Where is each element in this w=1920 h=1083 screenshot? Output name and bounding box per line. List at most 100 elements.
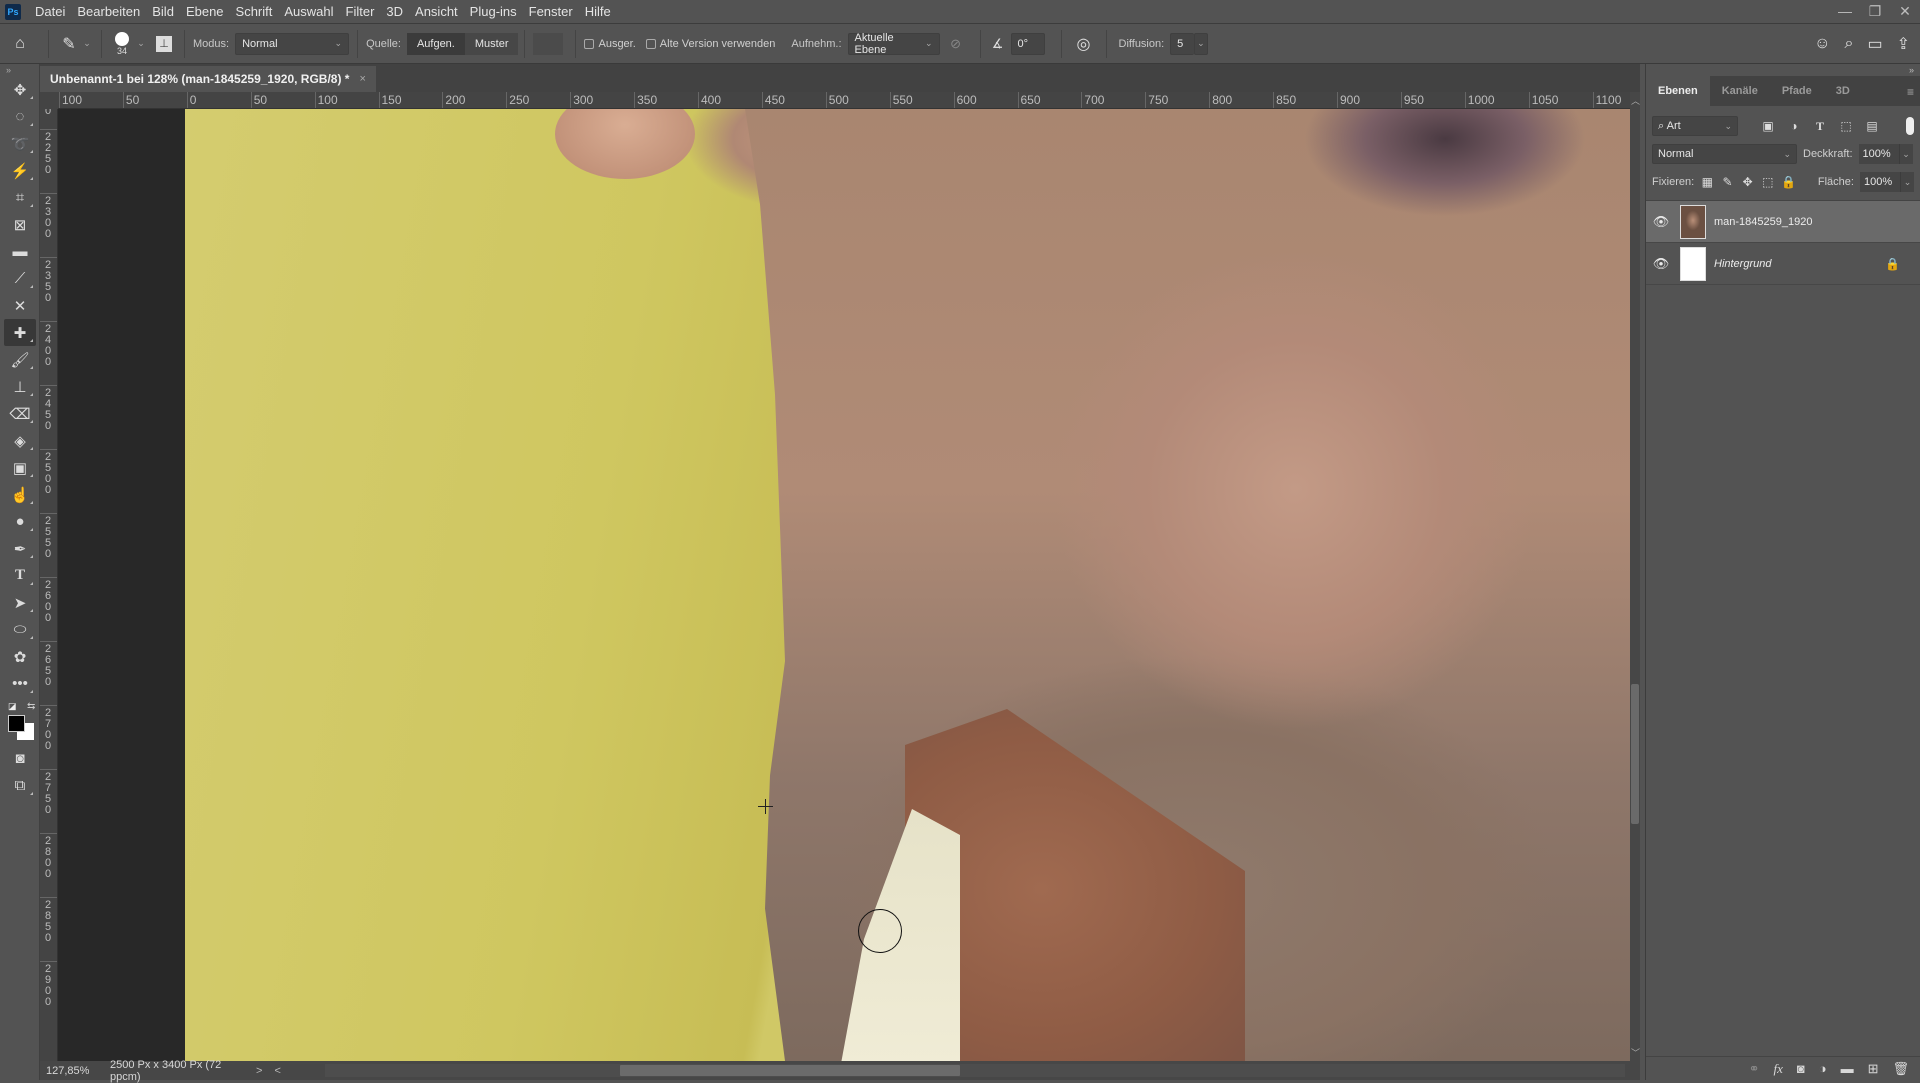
legacy-version-checkbox[interactable]: Alte Version verwenden: [645, 38, 775, 50]
custom-shape-tool-icon[interactable]: ✿: [4, 643, 36, 670]
gradient-tool-icon[interactable]: ▣: [4, 454, 36, 481]
paint-bucket-tool-icon[interactable]: ◈: [4, 427, 36, 454]
close-window-button[interactable]: ✕: [1890, 0, 1920, 24]
filter-toggle[interactable]: [1906, 117, 1914, 135]
invite-user-icon[interactable]: ☺: [1814, 35, 1830, 53]
vertical-scroll-thumb[interactable]: [1631, 684, 1639, 824]
add-mask-icon[interactable]: ◙: [1797, 1061, 1805, 1076]
pen-tool-icon[interactable]: ✒: [4, 535, 36, 562]
crop-tool-icon[interactable]: ⌗: [4, 184, 36, 211]
minimize-button[interactable]: —: [1830, 0, 1860, 24]
clone-source-panel-icon[interactable]: ⊥: [152, 35, 176, 52]
filter-pixel-layers-icon[interactable]: ▣: [1758, 119, 1778, 133]
magic-wand-tool-icon[interactable]: ⚡: [4, 157, 36, 184]
zoom-level[interactable]: 127,85%: [40, 1065, 90, 1077]
layer-filter-select[interactable]: ⌕ Art ⌄: [1652, 116, 1738, 136]
menu-ebene[interactable]: Ebene: [180, 0, 230, 24]
healing-brush-tool-preset-icon[interactable]: ✎: [57, 34, 81, 54]
brush-size-picker[interactable]: 34: [110, 31, 134, 56]
toolbar-collapse-icon[interactable]: »: [0, 64, 39, 76]
search-icon[interactable]: ⌕: [1845, 35, 1854, 53]
screen-mode-icon[interactable]: ⧉: [4, 772, 36, 799]
foreground-color-swatch[interactable]: [8, 715, 25, 732]
lock-position-icon[interactable]: ✥: [1741, 175, 1755, 189]
visibility-eye-icon[interactable]: 👁: [1646, 214, 1676, 230]
path-selection-tool-icon[interactable]: ➤: [4, 589, 36, 616]
menu-3d[interactable]: 3D: [380, 0, 409, 24]
ruler-origin[interactable]: [40, 92, 58, 109]
panel-collapse-icon[interactable]: »: [1646, 64, 1920, 76]
home-icon[interactable]: ⌂: [0, 35, 40, 53]
horizontal-ruler[interactable]: 100 50 0 50 100 150 200 250 300 350 400 450 500 550 60…: [58, 92, 1630, 109]
tab-ebenen[interactable]: Ebenen: [1646, 76, 1710, 106]
opacity-input[interactable]: 100%: [1858, 144, 1899, 164]
smudge-tool-icon[interactable]: ☝: [4, 481, 36, 508]
delete-layer-trash-icon[interactable]: 🗑: [1892, 1061, 1909, 1077]
workspace-icon[interactable]: ▭: [1867, 34, 1882, 54]
source-sampled-button[interactable]: Aufgen.: [406, 32, 465, 55]
tab-kanaele[interactable]: Kanäle: [1710, 76, 1770, 106]
fill-input[interactable]: 100%: [1859, 172, 1900, 192]
fill-dropdown[interactable]: ⌄: [1899, 172, 1914, 192]
link-layers-icon[interactable]: ⚭: [1749, 1061, 1760, 1077]
modus-select[interactable]: Normal ⌄: [235, 32, 350, 55]
swap-colors-icon[interactable]: ⇆: [27, 701, 35, 712]
document-info[interactable]: 2500 Px x 3400 Px (72 ppcm): [90, 1059, 250, 1083]
layer-name[interactable]: man-1845259_1920: [1714, 216, 1812, 228]
dodge-tool-icon[interactable]: ●: [4, 508, 36, 535]
diffusion-dropdown[interactable]: ⌄: [1194, 32, 1209, 55]
ignore-adjustment-layers-icon[interactable]: ⊘: [940, 36, 972, 52]
marquee-tool-icon[interactable]: ◌: [4, 103, 36, 130]
restore-button[interactable]: ❐: [1860, 0, 1890, 24]
lock-transparent-pixels-icon[interactable]: ▦: [1700, 175, 1714, 189]
clone-stamp-tool-icon[interactable]: ⊥: [4, 373, 36, 400]
layer-lock-icon[interactable]: 🔒: [1885, 257, 1900, 271]
vertical-scrollbar[interactable]: ︿ ﹀: [1630, 92, 1640, 1061]
lock-image-pixels-icon[interactable]: ✎: [1720, 175, 1734, 189]
blend-mode-select[interactable]: Normal ⌄: [1652, 144, 1797, 164]
lasso-tool-icon[interactable]: ➰: [4, 130, 36, 157]
opacity-dropdown[interactable]: ⌄: [1898, 144, 1913, 164]
brush-tool-icon[interactable]: 🖌: [4, 346, 36, 373]
menu-plug-ins[interactable]: Plug-ins: [464, 0, 523, 24]
filter-type-layers-icon[interactable]: T: [1810, 119, 1830, 134]
panel-menu-icon[interactable]: ≡: [1907, 85, 1914, 99]
sample-select[interactable]: Aktuelle Ebene ⌄: [847, 32, 940, 56]
menu-schrift[interactable]: Schrift: [230, 0, 279, 24]
healing-brush-tool-icon[interactable]: ✚: [4, 319, 36, 346]
filter-adjustment-layers-icon[interactable]: ◑: [1784, 119, 1804, 133]
layer-style-fx-icon[interactable]: fx: [1773, 1061, 1782, 1077]
menu-hilfe[interactable]: Hilfe: [579, 0, 617, 24]
document-image[interactable]: [185, 109, 1630, 1061]
canvas-area[interactable]: [58, 109, 1630, 1061]
share-icon[interactable]: ⇪: [1897, 34, 1910, 54]
scroll-down-icon[interactable]: ﹀: [1631, 1046, 1640, 1059]
horizontal-scrollbar[interactable]: [325, 1064, 1625, 1077]
diffusion-input[interactable]: 5: [1170, 32, 1195, 55]
frame-tool-icon[interactable]: ⊠: [4, 211, 36, 238]
vertical-ruler[interactable]: 0 2250 2300 2350 2400 2450 2500 2550 2600 2650 270…: [40, 109, 58, 1061]
lock-all-icon[interactable]: 🔒: [1781, 175, 1796, 189]
new-adjustment-layer-icon[interactable]: ◑: [1819, 1061, 1827, 1076]
angle-input[interactable]: 0°: [1010, 32, 1045, 55]
pressure-size-icon[interactable]: ◎: [1070, 34, 1098, 54]
chevron-down-icon[interactable]: ⌄: [134, 38, 148, 49]
pattern-picker[interactable]: [533, 32, 564, 55]
more-tools-icon[interactable]: •••: [4, 670, 36, 697]
filter-smart-objects-icon[interactable]: ▤: [1862, 119, 1882, 133]
ruler-tool-icon[interactable]: ▬: [4, 238, 36, 265]
menu-fenster[interactable]: Fenster: [523, 0, 579, 24]
quick-mask-icon[interactable]: ◙: [4, 745, 36, 772]
type-tool-icon[interactable]: T: [4, 562, 36, 589]
layer-row[interactable]: 👁 Hintergrund 🔒: [1646, 243, 1920, 285]
eyedropper-tool-icon[interactable]: ⟋: [4, 265, 36, 292]
status-menu-arrow[interactable]: >: [250, 1065, 268, 1077]
layer-row[interactable]: 👁 man-1845259_1920: [1646, 201, 1920, 243]
menu-datei[interactable]: Datei: [29, 0, 71, 24]
menu-filter[interactable]: Filter: [340, 0, 381, 24]
new-layer-icon[interactable]: ⊞: [1868, 1061, 1879, 1077]
lock-artboard-icon[interactable]: ⬚: [1761, 175, 1775, 189]
move-tool-icon[interactable]: ✥: [4, 76, 36, 103]
filter-shape-layers-icon[interactable]: ⬚: [1836, 119, 1856, 133]
chevron-down-icon[interactable]: ⌄: [81, 38, 93, 49]
